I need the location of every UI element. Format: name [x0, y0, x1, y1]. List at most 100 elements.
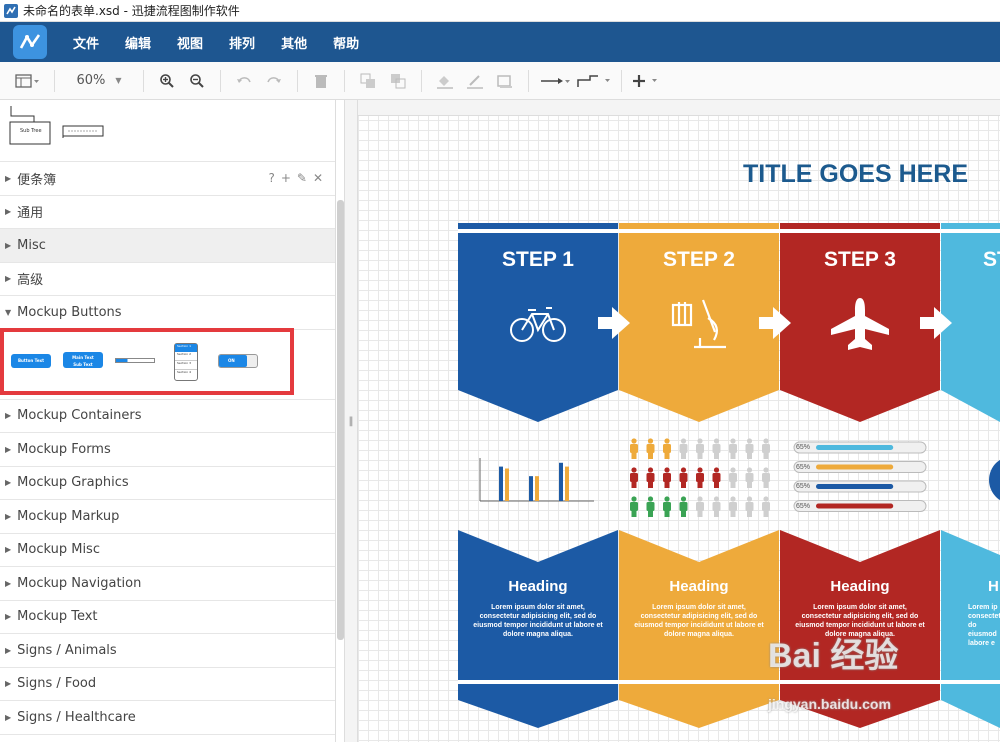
mockup-toggle-shape[interactable]: ON: [218, 353, 258, 368]
section-mockup-text[interactable]: ▶ Mockup Text: [0, 601, 335, 634]
person-icon: [745, 496, 754, 517]
zoom-out-icon[interactable]: [182, 69, 212, 93]
chart-bar: [499, 466, 503, 501]
section-signs-healthcare[interactable]: ▶ Signs / Healthcare: [0, 701, 335, 735]
recent-shapes: Sub Tree: [0, 100, 335, 162]
line-color-icon[interactable]: [460, 69, 490, 93]
chart-bar: [559, 462, 563, 501]
shadow-icon[interactable]: [490, 69, 520, 93]
person-icon: [679, 496, 688, 517]
baidu-watermark-url: jingyan.baidu.com: [768, 696, 891, 712]
section-label: 便条簿: [17, 172, 57, 188]
fill-color-icon[interactable]: [430, 69, 460, 93]
waypoint-style-icon[interactable]: [573, 69, 613, 93]
section-mockup-misc[interactable]: ▶ Mockup Misc: [0, 534, 335, 567]
to-front-icon[interactable]: [353, 69, 383, 93]
zoom-select[interactable]: 60% ▼: [63, 69, 135, 93]
section-signs-food[interactable]: ▶ Signs / Food: [0, 668, 335, 701]
person-icon: [679, 467, 688, 488]
mockup-button-bar-shape[interactable]: [115, 357, 155, 363]
section-general[interactable]: ▶ 通用: [0, 196, 335, 229]
person-icon: [712, 496, 721, 517]
menu-file[interactable]: 文件: [73, 33, 99, 52]
infographic: [458, 223, 1000, 728]
person-icon: [696, 467, 704, 488]
heading-4: H: [988, 578, 999, 595]
section-misc[interactable]: ▶ Misc: [0, 229, 335, 263]
shape-sidebar: Sub Tree ▶ 便条簿 ?+✎✕ ▶ 通用 ▶ Misc ▶ 高级 ▼ Mockup…: [0, 100, 336, 742]
section-advanced[interactable]: ▶ 高级: [0, 263, 335, 296]
body-text-2: Lorem ipsum dolor sit amet, consectetur …: [634, 604, 764, 638]
progress-bars: [793, 441, 927, 512]
progress-fill: [816, 445, 894, 450]
step-2-title: STEP 2: [663, 248, 735, 271]
connector-style-icon[interactable]: [537, 69, 573, 93]
mockup-two-line-button-shape[interactable]: Main Text Sub Text: [63, 351, 103, 368]
sidebar-scrollbar[interactable]: [337, 200, 344, 640]
body-text-1: Lorem ipsum dolor sit amet, consectetur …: [473, 604, 603, 638]
title-bar: 未命名的表单.xsd - 迅捷流程图制作软件: [0, 0, 1000, 22]
person-icon: [762, 467, 770, 488]
person-icon: [679, 438, 688, 459]
progress-label-3: 65%: [796, 483, 811, 490]
person-icon: [762, 438, 770, 459]
mockup-vertical-menu-shape[interactable]: Section 1 Section 2 Section 3 Section 4: [174, 342, 198, 381]
person-icon: [762, 496, 770, 517]
mockup-button-shape[interactable]: Button Text: [11, 353, 51, 368]
page-layout-icon[interactable]: [6, 69, 46, 93]
body-text-4: Lorem ip consectetur do eiusmod labore e: [968, 604, 1000, 647]
chart-bar: [529, 476, 533, 501]
section-signs-animals[interactable]: ▶ Signs / Animals: [0, 634, 335, 668]
menu-arrange[interactable]: 排列: [229, 33, 255, 52]
person-icon: [646, 438, 655, 459]
sub-tree-label: Sub Tree: [20, 128, 42, 134]
baidu-watermark: Bai 经验: [768, 637, 899, 675]
person-icon: [712, 438, 721, 459]
person-icon: [745, 467, 754, 488]
to-back-icon[interactable]: [383, 69, 413, 93]
bar-chart: [499, 462, 569, 501]
circle-chart: [989, 459, 1000, 501]
menu-help[interactable]: 帮助: [333, 33, 359, 52]
person-icon: [745, 438, 754, 459]
chart-bar: [505, 468, 509, 501]
progress-label-2: 65%: [796, 464, 811, 471]
window-title: 未命名的表单.xsd - 迅捷流程图制作软件: [23, 4, 240, 18]
chevron-down-icon: ▼: [115, 76, 122, 85]
person-icon: [646, 467, 655, 488]
zoom-in-icon[interactable]: [152, 69, 182, 93]
section-mockup-buttons[interactable]: ▼ Mockup Buttons: [0, 296, 335, 330]
section-mockup-graphics[interactable]: ▶ Mockup Graphics: [0, 467, 335, 500]
person-icon: [630, 438, 638, 459]
progress-fill: [816, 464, 894, 470]
menu-view[interactable]: 视图: [177, 33, 203, 52]
heading-1: Heading: [508, 578, 568, 595]
heading-2: Heading: [669, 578, 729, 595]
person-icon: [630, 496, 638, 517]
step-1-column[interactable]: [458, 223, 618, 728]
section-mockup-containers[interactable]: ▶ Mockup Containers: [0, 400, 335, 433]
person-icon: [646, 496, 655, 517]
redo-icon[interactable]: [259, 69, 289, 93]
menu-edit[interactable]: 编辑: [125, 33, 151, 52]
section-mockup-navigation[interactable]: ▶ Mockup Navigation: [0, 567, 335, 601]
undo-icon[interactable]: [229, 69, 259, 93]
section-mockup-markup[interactable]: ▶ Mockup Markup: [0, 500, 335, 534]
heading-3: Heading: [830, 578, 890, 595]
section-scratchpad[interactable]: ▶ 便条簿 ?+✎✕: [0, 162, 335, 196]
mockup-buttons-palette: Button Text Main Text Sub Text Section 1 …: [0, 327, 335, 400]
diagram-canvas[interactable]: TITLE GOES HERE STEP 1 STEP 2 STEP 3 S H…: [358, 100, 1000, 742]
app-logo-icon[interactable]: [13, 25, 47, 59]
person-icon: [729, 438, 737, 459]
person-icon: [663, 438, 671, 459]
progress-label-1: 65%: [796, 444, 811, 451]
person-icon: [663, 467, 671, 488]
insert-plus-icon[interactable]: [630, 69, 664, 93]
menu-other[interactable]: 其他: [281, 33, 307, 52]
menu-bar: 文件 编辑 视图 排列 其他 帮助: [0, 22, 1000, 62]
scratchpad-actions[interactable]: ?+✎✕: [268, 171, 329, 185]
person-icon: [696, 496, 704, 517]
panel-splitter[interactable]: ‖: [344, 100, 358, 742]
section-mockup-forms[interactable]: ▶ Mockup Forms: [0, 433, 335, 467]
delete-icon[interactable]: [306, 69, 336, 93]
